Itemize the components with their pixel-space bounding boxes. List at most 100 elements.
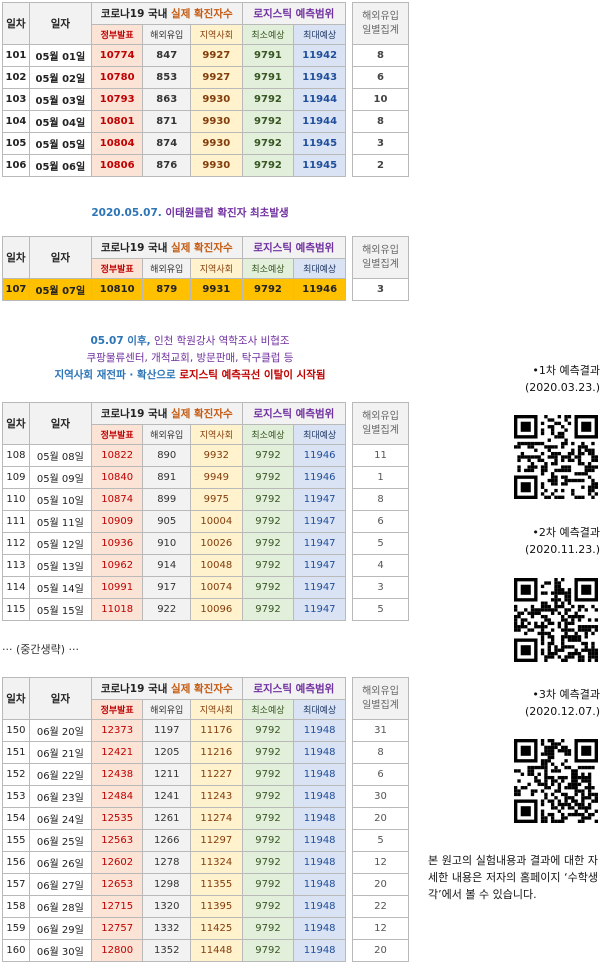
cell-max: 11948 xyxy=(293,785,346,808)
cell-local: 11448 xyxy=(190,939,243,962)
cell-max: 11946 xyxy=(293,466,346,489)
cell-no: 111 xyxy=(2,510,30,533)
cell-overseas: 847 xyxy=(142,44,191,67)
side-row: 4 xyxy=(352,554,409,577)
cell-max: 11947 xyxy=(293,554,346,577)
cell-confirmed: 10962 xyxy=(90,554,144,577)
cell-confirmed: 10801 xyxy=(90,110,144,133)
cell-overseas: 899 xyxy=(142,488,191,511)
cell-date: 06월 20일 xyxy=(28,719,92,742)
table-row: 101 05월 01일 10774 847 9927 9791 11942 xyxy=(2,44,346,67)
cell-local: 11274 xyxy=(190,807,243,830)
corona-header-b: 실제 확진자수 xyxy=(171,408,233,420)
cell-min: 9792 xyxy=(241,444,295,467)
cell-date: 05월 12일 xyxy=(28,532,92,555)
cell-min: 9792 xyxy=(241,510,295,533)
data-table-4: 일차 일자 코로나19 국내 실제 확진자수 로지스틱 예측범위 정부발표 해외유입 지역사… xyxy=(2,677,347,962)
corona-header-b: 실제 확진자수 xyxy=(171,242,233,254)
cell-confirmed: 10793 xyxy=(90,88,144,111)
logistic-header-a: 로지스틱 xyxy=(253,242,296,254)
cell-max: 11947 xyxy=(293,488,346,511)
omitted-note: ··· (중간생략) ··· xyxy=(2,643,80,656)
header-row: 일차 일자 코로나19 국내 실제 확진자수 로지스틱 예측범위 xyxy=(2,402,347,445)
qr-code-icon[interactable] xyxy=(514,415,598,499)
cell-date: 05월 06일 xyxy=(28,154,92,177)
cell-date: 05월 15일 xyxy=(28,598,92,621)
data-table-3: 일차 일자 코로나19 국내 실제 확진자수 로지스틱 예측범위 정부발표 해외유입 지역사… xyxy=(2,402,347,621)
cell-no: 115 xyxy=(2,598,30,621)
cell-no: 153 xyxy=(2,785,30,808)
qr-label-1: •1차 예측결과 (2020.03.23.) xyxy=(472,362,600,396)
cell-overseas: 874 xyxy=(142,132,191,155)
cell-overseas: 1241 xyxy=(142,785,191,808)
logistic-header-b: 예측범위 xyxy=(295,8,335,20)
cell-date: 05월 03일 xyxy=(28,88,92,111)
side-row: 12 xyxy=(352,851,409,874)
side-header-row: 해외유입 일별집계 xyxy=(352,2,409,45)
cell-confirmed: 12421 xyxy=(90,741,144,764)
cell-date: 06월 24일 xyxy=(28,807,92,830)
cell-overseas: 891 xyxy=(142,466,191,489)
side-header-line2: 일별집계 xyxy=(362,258,399,270)
cell-max: 11948 xyxy=(293,807,346,830)
cell-min: 9792 xyxy=(241,917,295,940)
cell-no: 150 xyxy=(2,719,30,742)
cell-min: 9792 xyxy=(241,110,295,133)
cell-confirmed: 10804 xyxy=(90,132,144,155)
cell-min: 9792 xyxy=(241,466,295,489)
cell-daily-overseas: 10 xyxy=(352,88,409,111)
note-itaewon-date: 2020.05.07. xyxy=(91,207,162,219)
col-date-header: 일자 xyxy=(28,236,92,279)
cell-max: 11946 xyxy=(293,278,346,301)
cell-confirmed: 10936 xyxy=(90,532,144,555)
qr-code-icon[interactable] xyxy=(514,578,598,662)
side-table-4: 해외유입 일별집계 31 8 6 30 20 5 12 20 22 12 20 xyxy=(352,677,409,962)
sub-overseas: 해외유입 xyxy=(142,258,191,279)
cell-confirmed: 12602 xyxy=(90,851,144,874)
cell-overseas: 1352 xyxy=(142,939,191,962)
cell-date: 05월 09일 xyxy=(28,466,92,489)
table-row: 154 06월 24일 12535 1261 11274 9792 11948 xyxy=(2,807,346,830)
side-header-row: 해외유입 일별집계 xyxy=(352,402,409,445)
side-row: 10 xyxy=(352,88,409,111)
corona-header-a: 코로나19 국내 xyxy=(100,242,172,254)
table-row: 113 05월 13일 10962 914 10048 9792 11947 xyxy=(2,554,346,577)
qr-title-3: •3차 예측결과 xyxy=(532,688,600,701)
side-header: 해외유입 일별집계 xyxy=(352,402,409,445)
description-text: 본 원고의 실험내용과 결과에 대한 자세한 내용은 저자의 홈페이지 ‘수학생… xyxy=(428,854,598,901)
cell-overseas: 922 xyxy=(142,598,191,621)
side-row: 5 xyxy=(352,532,409,555)
qr-code-icon[interactable] xyxy=(514,739,598,823)
corona-header-a: 코로나19 국내 xyxy=(100,8,172,20)
table-row: 155 06월 25일 12563 1266 11297 9792 11948 xyxy=(2,829,346,852)
side-header-line2: 일별집계 xyxy=(362,424,399,436)
cell-date: 06월 25일 xyxy=(28,829,92,852)
cell-max: 11948 xyxy=(293,851,346,874)
sub-local: 지역사회 xyxy=(190,699,243,720)
table-row: 114 05월 14일 10991 917 10074 9792 11947 xyxy=(2,576,346,599)
cell-date: 05월 08일 xyxy=(28,444,92,467)
cell-max: 11948 xyxy=(293,917,346,940)
cell-min: 9792 xyxy=(241,763,295,786)
cell-min: 9792 xyxy=(241,278,295,301)
header-row: 일차 일자 코로나19 국내 실제 확진자수 로지스틱 예측범위 xyxy=(2,677,347,720)
cell-daily-overseas: 6 xyxy=(352,66,409,89)
cell-overseas: 914 xyxy=(142,554,191,577)
table-row: 151 06월 21일 12421 1205 11216 9792 11948 xyxy=(2,741,346,764)
cell-local: 9975 xyxy=(190,488,243,511)
table-row: 104 05월 04일 10801 871 9930 9792 11944 xyxy=(2,110,346,133)
note-spread-line1: 05.07 이후, 인천 학원강사 역학조사 비협조 xyxy=(0,333,380,350)
side-row: 3 xyxy=(352,278,409,301)
cell-confirmed: 10780 xyxy=(90,66,144,89)
side-row: 8 xyxy=(352,110,409,133)
cell-local: 11227 xyxy=(190,763,243,786)
cell-min: 9792 xyxy=(241,895,295,918)
cell-daily-overseas: 31 xyxy=(352,719,409,742)
logistic-header-a: 로지스틱 xyxy=(253,8,296,20)
cell-local: 9930 xyxy=(190,88,243,111)
sub-max: 최대예상 xyxy=(293,24,346,45)
side-row: 6 xyxy=(352,510,409,533)
cell-local: 9930 xyxy=(190,154,243,177)
corona-header-b: 실제 확진자수 xyxy=(171,8,233,20)
table-row: 160 06월 30일 12800 1352 11448 9792 11948 xyxy=(2,939,346,962)
